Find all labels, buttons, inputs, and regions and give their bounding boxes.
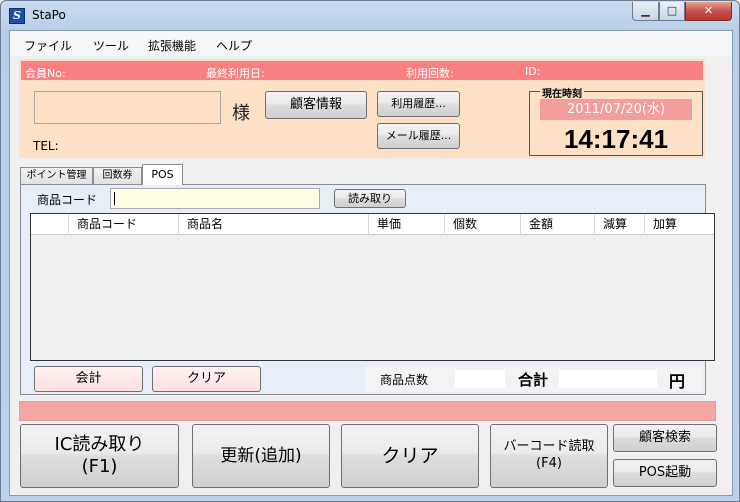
barcode-read-shortcut: (F4) bbox=[536, 456, 562, 471]
tab-point-management[interactable]: ポイント管理 bbox=[20, 167, 93, 184]
total-label: 合計 bbox=[518, 371, 549, 389]
tab-pos[interactable]: POS bbox=[142, 164, 183, 185]
pos-clear-button[interactable]: クリア bbox=[152, 366, 261, 392]
member-no-label: 会員No: bbox=[25, 67, 66, 80]
usage-history-button[interactable]: 利用履歴... bbox=[377, 91, 460, 117]
close-button[interactable]: ✕ bbox=[685, 2, 732, 21]
customer-name-field[interactable] bbox=[34, 91, 221, 124]
menu-extensions[interactable]: 拡張機能 bbox=[148, 37, 196, 54]
status-bar bbox=[19, 401, 716, 421]
tel-label: TEL: bbox=[33, 139, 59, 153]
id-label: ID: bbox=[525, 65, 541, 78]
customer-panel: 会員No: 最終利用日: 利用回数: ID: 様 TEL: 顧客情報 利用履歴.… bbox=[19, 59, 705, 158]
menu-help[interactable]: ヘルプ bbox=[216, 37, 252, 54]
client-area: ファイル ツール 拡張機能 ヘルプ 会員No: 最終利用日: 利用回数: ID:… bbox=[9, 30, 733, 496]
checkout-button[interactable]: 会計 bbox=[34, 366, 143, 392]
barcode-read-button[interactable]: バーコード読取 (F4) bbox=[490, 424, 608, 488]
text-caret bbox=[114, 192, 115, 205]
pos-start-button[interactable]: POS起動 bbox=[613, 459, 717, 487]
item-count-value bbox=[455, 370, 505, 388]
update-add-button[interactable]: 更新(追加) bbox=[192, 424, 330, 488]
tab-coupon[interactable]: 回数券 bbox=[93, 167, 142, 184]
col-product-name: 商品名 bbox=[179, 214, 369, 235]
product-code-input[interactable] bbox=[110, 188, 320, 209]
clear-button[interactable]: クリア bbox=[341, 424, 479, 488]
col-select bbox=[31, 214, 69, 235]
use-count-label: 利用回数: bbox=[406, 67, 454, 80]
clock-legend: 現在時刻 bbox=[540, 85, 584, 100]
col-amount: 金額 bbox=[521, 214, 595, 235]
ic-read-button[interactable]: IC読み取り (F1) bbox=[20, 424, 179, 488]
currency-label: 円 bbox=[669, 372, 686, 391]
col-subtract: 減算 bbox=[595, 214, 645, 235]
window-title: StaPo bbox=[32, 8, 66, 22]
member-info-bar: 会員No: 最終利用日: 利用回数: ID: bbox=[21, 61, 703, 80]
clock-group: 現在時刻 2011/07/20(水) 14:17:41 bbox=[529, 85, 703, 156]
menu-tools[interactable]: ツール bbox=[93, 37, 129, 54]
customer-search-button[interactable]: 顧客検索 bbox=[613, 424, 717, 452]
total-value bbox=[559, 370, 657, 388]
honorific-label: 様 bbox=[232, 103, 250, 124]
app-icon: S bbox=[9, 8, 25, 24]
last-use-label: 最終利用日: bbox=[206, 67, 265, 80]
pos-tab-content: 商品コード 読み取り 商品コード 商品名 単価 個数 金額 減算 加算 会計 ク… bbox=[20, 184, 715, 395]
customer-info-button[interactable]: 顧客情報 bbox=[265, 91, 367, 119]
col-product-code: 商品コード bbox=[69, 214, 179, 235]
grid-header: 商品コード 商品名 単価 個数 金額 減算 加算 bbox=[31, 214, 714, 235]
product-code-label: 商品コード bbox=[37, 193, 98, 207]
title-bar[interactable]: S StaPo ▁ □ ✕ bbox=[1, 1, 739, 29]
current-time: 14:17:41 bbox=[563, 124, 669, 154]
col-unit-price: 単価 bbox=[369, 214, 445, 235]
minimize-button[interactable]: ▁ bbox=[632, 2, 659, 21]
maximize-button[interactable]: □ bbox=[659, 2, 685, 21]
product-grid[interactable]: 商品コード 商品名 単価 個数 金額 減算 加算 bbox=[30, 213, 715, 361]
menu-file[interactable]: ファイル bbox=[24, 37, 72, 54]
current-date: 2011/07/20(水) bbox=[540, 99, 692, 120]
ic-read-shortcut: (F1) bbox=[81, 456, 118, 477]
item-count-label: 商品点数 bbox=[380, 373, 429, 387]
mail-history-button[interactable]: メール履歴... bbox=[377, 123, 460, 149]
col-add: 加算 bbox=[653, 217, 678, 231]
col-quantity: 個数 bbox=[445, 214, 521, 235]
menu-bar: ファイル ツール 拡張機能 ヘルプ bbox=[10, 31, 732, 56]
read-code-button[interactable]: 読み取り bbox=[334, 189, 406, 208]
ic-read-label: IC読み取り bbox=[54, 434, 145, 455]
app-window: S StaPo ▁ □ ✕ ファイル ツール 拡張機能 ヘルプ 会員No: 最終… bbox=[0, 0, 740, 502]
barcode-read-label: バーコード読取 bbox=[503, 439, 595, 454]
